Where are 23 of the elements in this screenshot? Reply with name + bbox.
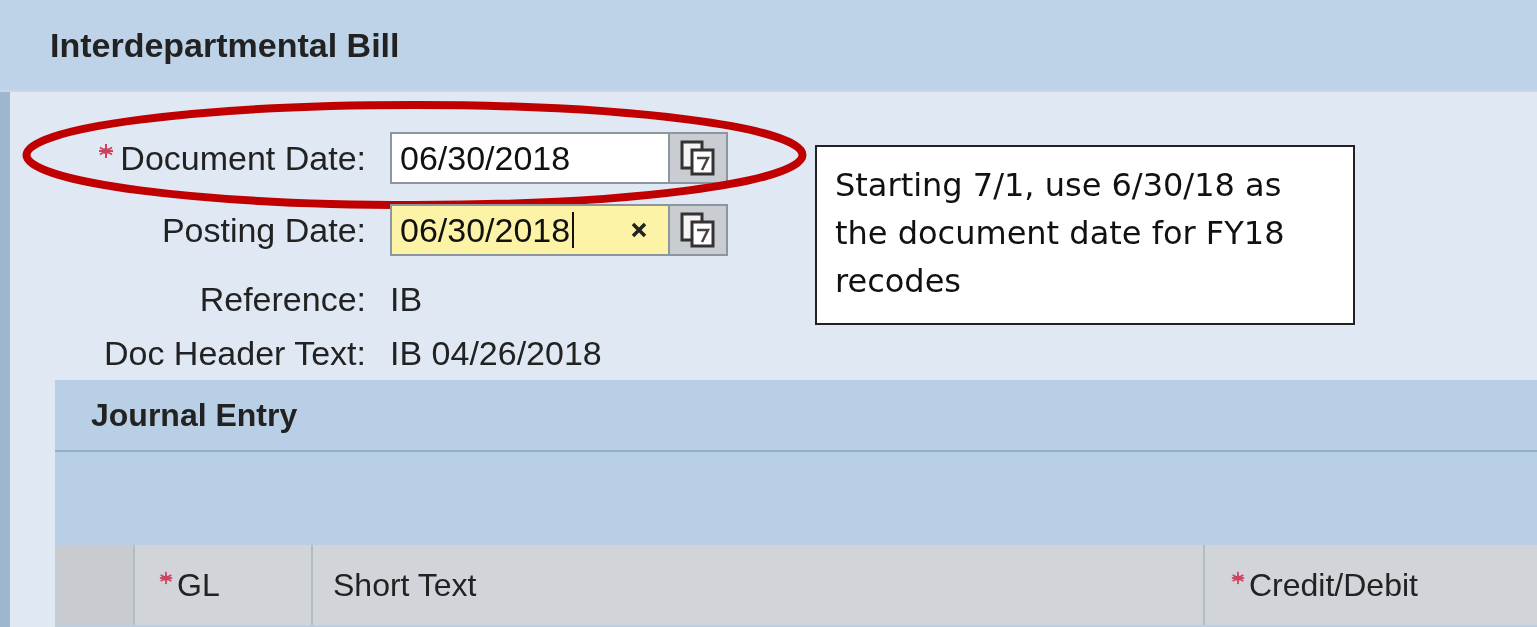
required-icon [98,142,115,159]
calendar-button[interactable] [670,132,728,184]
field-label: Document Date: [98,138,366,178]
field-label: Reference: [199,279,366,319]
field-label: Posting Date: [161,210,366,250]
column-header: Short Text [333,566,477,604]
field-label: Doc Header Text: [103,333,366,373]
field-value: IB 04/26/2018 [390,333,602,373]
callout-note: Starting 7/1, use 6/30/18 as the document date for FY18 recodes [815,145,1355,325]
field-value: IB [390,279,423,319]
date-field[interactable]: 06/30/2018 [390,204,670,256]
required-icon [1231,570,1245,585]
required-icon [159,570,173,585]
date-field[interactable]: 06/30/2018 [390,132,670,184]
column-header: GL [159,566,220,604]
calendar-icon [680,140,716,176]
clear-icon[interactable] [630,221,648,239]
text-cursor [572,212,575,248]
window-title: Interdepartmental Bill [50,25,400,65]
calendar-button[interactable] [670,204,728,256]
calendar-icon [680,212,716,248]
column-header: Credit/Debit [1231,566,1418,604]
panel-title: Journal Entry [91,396,298,434]
